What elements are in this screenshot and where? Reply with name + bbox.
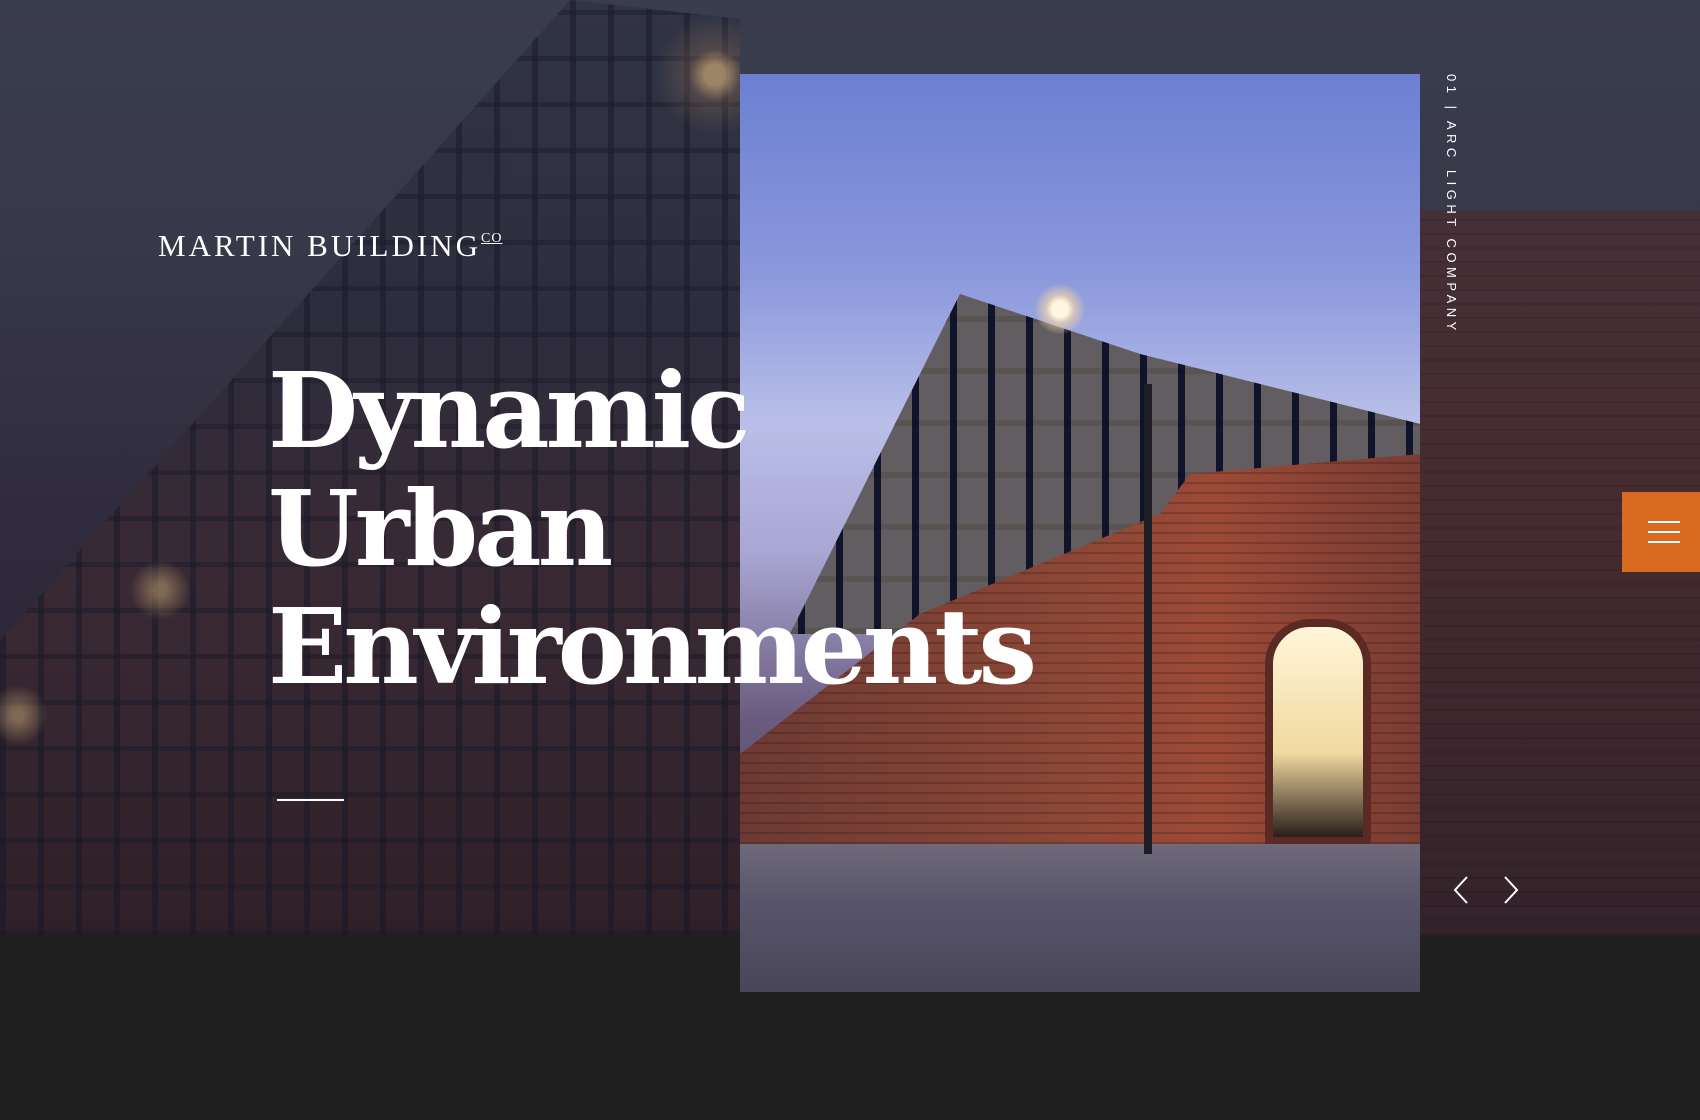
- chevron-right-icon: [1504, 876, 1519, 904]
- headline-line-1: Dynamic: [268, 349, 751, 472]
- photo-lamp-post: [1144, 384, 1152, 854]
- brand-name: MARTIN BUILDING: [158, 228, 481, 263]
- photo-arched-entrance: [1265, 619, 1371, 845]
- headline-line-2: Urban: [268, 467, 613, 590]
- menu-icon-bar: [1648, 541, 1680, 543]
- slide-label: 01 | ARC LIGHT COMPANY: [1444, 74, 1459, 335]
- menu-icon-bar: [1648, 531, 1680, 533]
- chevron-left-icon: [1453, 876, 1468, 904]
- photo-street: [740, 844, 1420, 992]
- hero-headline: Dynamic Urban Environments: [268, 349, 1037, 708]
- next-slide-button[interactable]: [1496, 875, 1524, 905]
- photo-lamp-glow: [1035, 284, 1085, 334]
- menu-icon-bar: [1648, 521, 1680, 523]
- headline-divider: [277, 799, 344, 801]
- headline-line-3: Environments: [268, 585, 1037, 708]
- brand-suffix: CO: [480, 231, 503, 246]
- brand-logo[interactable]: MARTIN BUILDINGCO: [158, 228, 502, 264]
- prev-slide-button[interactable]: [1449, 875, 1477, 905]
- menu-button[interactable]: [1622, 492, 1700, 572]
